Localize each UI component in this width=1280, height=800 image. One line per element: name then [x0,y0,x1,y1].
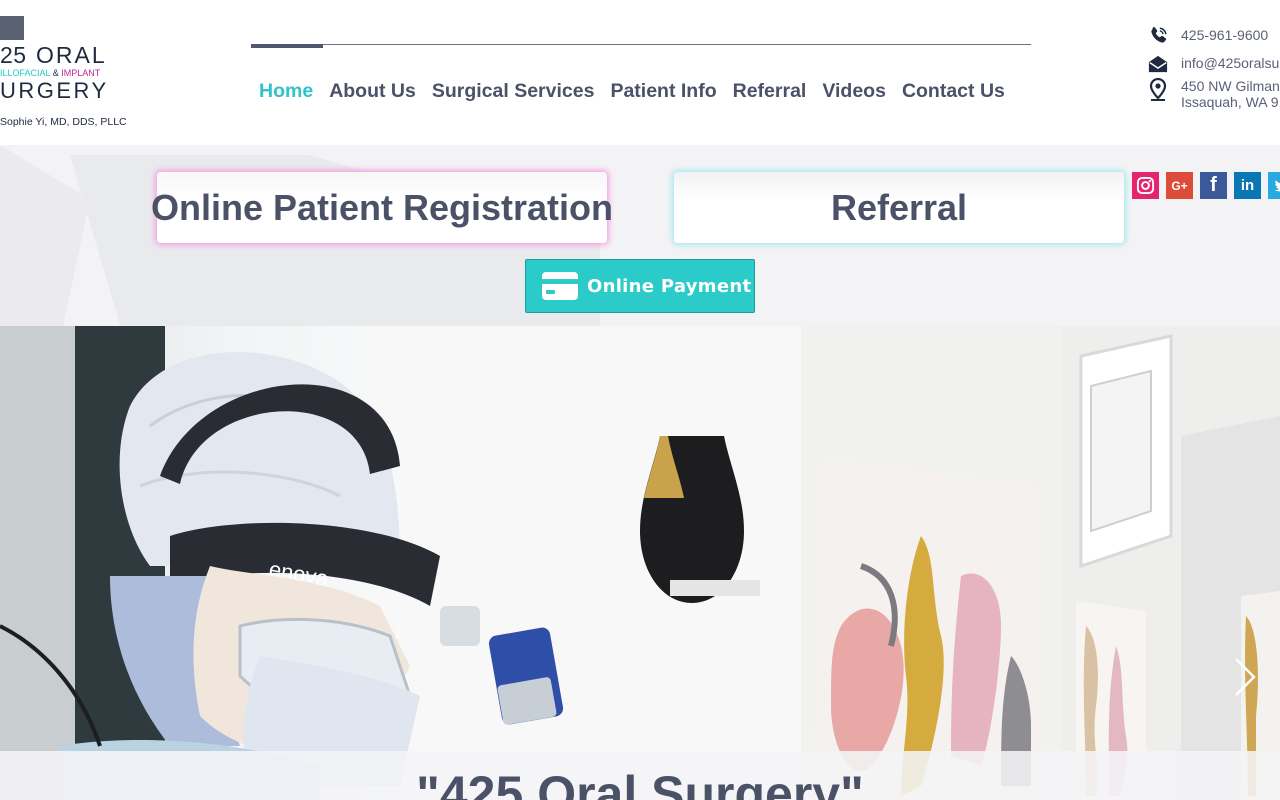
main-nav: Home About Us Surgical Services Patient … [251,78,1013,106]
contact-address: 450 NW Gilman Issaquah, WA 9 [1181,78,1280,110]
linkedin-icon[interactable]: in [1234,172,1261,199]
next-slide-arrow[interactable] [1230,655,1260,699]
contact-address-row[interactable]: 450 NW Gilman Issaquah, WA 9 [1146,78,1280,110]
facebook-icon[interactable]: f [1200,172,1227,199]
logo-mark [0,16,24,40]
nav-videos[interactable]: Videos [814,78,894,106]
site-logo[interactable]: 25 ORAL ILLOFACIAL & IMPLANT URGERY Soph… [0,14,130,127]
logo-tagline-b: & [50,68,62,78]
contact-phone-row[interactable]: 425-961-9600 [1146,24,1268,48]
contact-email-row[interactable]: info@425oralsu [1146,52,1279,76]
registration-label: Online Patient Registration [150,186,614,228]
online-payment-button[interactable]: Online Payment [525,259,755,313]
nav-referral[interactable]: Referral [725,78,815,106]
logo-tagline-c: IMPLANT [61,68,101,78]
logo-word-surgery: URGERY [0,78,109,103]
hero-slideshow: enova [0,326,1280,800]
phone-icon [1146,24,1170,48]
nav-contact-us[interactable]: Contact Us [894,78,1013,106]
logo-number: 25 [0,42,27,68]
logo-tagline-a: ILLOFACIAL [0,68,51,78]
contact-email: info@425oralsu [1181,55,1280,71]
site-header: 25 ORAL ILLOFACIAL & IMPLANT URGERY Soph… [0,0,1280,145]
referral-label: Referral [830,186,968,228]
online-patient-registration-button[interactable]: Online Patient Registration [151,172,613,243]
surgeon-illustration: enova [0,326,801,800]
nav-active-indicator [251,44,323,48]
slide-caption-bar: "425 Oral Surgery" [0,751,1280,800]
payment-label: Online Payment [587,275,752,297]
social-links: G+ f in [1132,172,1280,199]
nav-patient-info[interactable]: Patient Info [602,78,724,106]
slide-caption: "425 Oral Surgery" [416,766,864,800]
credit-card-icon [542,272,578,300]
referral-button[interactable]: Referral [674,172,1124,243]
nav-home[interactable]: Home [251,78,321,106]
office-illustration [801,326,1280,800]
chevron-right-icon [1235,658,1256,696]
contact-address-line1: 450 NW Gilman [1181,78,1280,94]
contact-phone: 425-961-9600 [1181,27,1269,43]
nav-about-us[interactable]: About Us [321,78,424,106]
map-pin-icon [1146,78,1170,102]
twitter-icon[interactable] [1268,172,1280,199]
logo-tagline: ILLOFACIAL & IMPLANT [0,69,100,78]
instagram-icon[interactable] [1132,172,1159,199]
nav-surgical-services[interactable]: Surgical Services [424,78,603,106]
contact-address-line2: Issaquah, WA 9 [1181,94,1279,110]
nav-divider [251,44,1031,45]
google-plus-icon[interactable]: G+ [1166,172,1193,199]
logo-doctor-name: Sophie Yi, MD, DDS, PLLC [0,116,127,128]
logo-word-oral: ORAL [36,42,107,68]
slide-surgeon-photo: enova [0,326,801,800]
slide-office-photo [801,326,1280,800]
envelope-icon [1146,52,1170,76]
